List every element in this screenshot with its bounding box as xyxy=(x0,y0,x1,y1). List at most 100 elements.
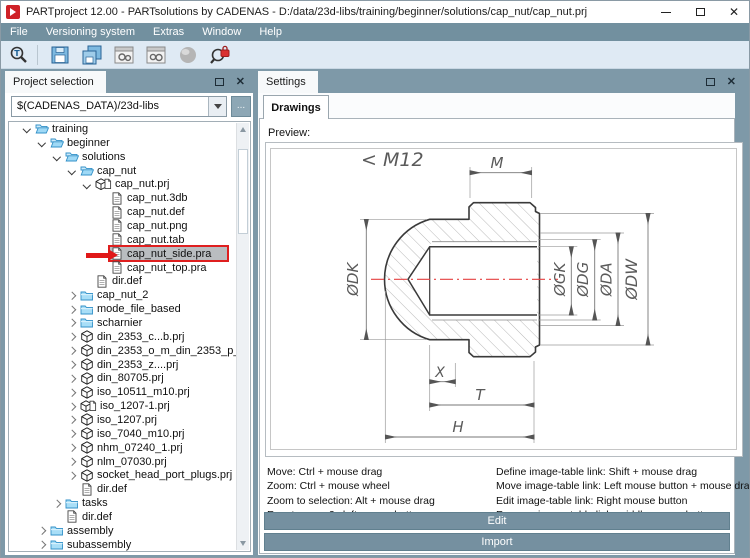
sphere-icon[interactable] xyxy=(174,43,202,67)
tree-item[interactable]: dir.def xyxy=(9,482,250,496)
expand-right-icon[interactable] xyxy=(66,469,80,482)
tree-item-label: iso_10511_m10.prj xyxy=(97,386,190,399)
expand-right-icon[interactable] xyxy=(66,330,80,343)
tree-item[interactable]: cap_nut.prj xyxy=(9,177,250,191)
expand-right-icon[interactable] xyxy=(51,497,65,510)
expand-right-icon[interactable] xyxy=(66,344,80,357)
expand-down-icon[interactable] xyxy=(21,122,35,135)
tree-item[interactable]: iso_1207.prj xyxy=(9,413,250,427)
search-lock-icon[interactable] xyxy=(206,43,234,67)
tree-item[interactable]: cap_nut.def xyxy=(9,205,250,219)
tree-item[interactable]: scharnier xyxy=(9,316,250,330)
tree-item-label: cap_nut.tab xyxy=(127,233,185,246)
tree-item[interactable]: cap_nut_top.pra xyxy=(9,261,250,275)
tree-item[interactable]: beginner xyxy=(9,136,250,150)
tree-item[interactable]: assembly xyxy=(9,524,250,538)
save-icon[interactable] xyxy=(46,43,74,67)
dim-x-label: X xyxy=(434,365,445,381)
tree-item[interactable]: dir.def xyxy=(9,274,250,288)
panel-maximize-icon[interactable] xyxy=(214,78,224,86)
tree-item[interactable]: iso_1207-1.prj xyxy=(9,399,250,413)
cube-icon xyxy=(80,441,95,454)
expand-right-icon[interactable] xyxy=(66,358,80,371)
tree-item[interactable]: cap_nut_side.pra xyxy=(9,247,250,261)
panel-close-icon[interactable]: ✕ xyxy=(236,75,245,89)
tree-item[interactable]: nlm_07030.prj xyxy=(9,455,250,469)
tree-item[interactable]: iso_7040_m10.prj xyxy=(9,427,250,441)
cube-doc-icon xyxy=(80,399,98,413)
selected-tree-item-highlight[interactable]: cap_nut_side.pra xyxy=(110,247,228,261)
tree-item-label: cap_nut.prj xyxy=(115,178,170,191)
search-part-icon[interactable]: T xyxy=(5,43,33,67)
cap-nut-drawing: < M12 M ØDK ØGK ØDG ØDA ØDW X T H xyxy=(270,148,737,450)
dim-dk-label: ØDK xyxy=(344,262,362,297)
import-button[interactable]: Import xyxy=(264,533,730,551)
tree-item[interactable]: cap_nut.png xyxy=(9,219,250,233)
tree-item[interactable]: training xyxy=(9,122,250,136)
expand-right-icon[interactable] xyxy=(66,427,80,440)
edit-button[interactable]: Edit xyxy=(264,512,730,530)
menu-file[interactable]: File xyxy=(1,23,37,41)
expand-right-icon[interactable] xyxy=(66,441,80,454)
expand-down-icon[interactable] xyxy=(36,136,50,149)
combo-dropdown-icon[interactable] xyxy=(208,97,226,116)
tree-item[interactable]: din_2353_z....prj xyxy=(9,358,250,372)
minimize-button[interactable] xyxy=(649,1,683,23)
expand-right-icon[interactable] xyxy=(66,400,80,413)
tree-item[interactable]: dir.def xyxy=(9,510,250,524)
path-combobox[interactable]: $(CADENAS_DATA)/23d-libs xyxy=(11,96,227,117)
expand-right-icon[interactable] xyxy=(66,455,80,468)
tree-item[interactable]: mode_file_based xyxy=(9,302,250,316)
tree-item[interactable]: nhm_07240_1.prj xyxy=(9,441,250,455)
tree-item[interactable]: cap_nut.tab xyxy=(9,233,250,247)
menu-extras[interactable]: Extras xyxy=(144,23,193,41)
menu-versioning-system[interactable]: Versioning system xyxy=(37,23,144,41)
menu-window[interactable]: Window xyxy=(193,23,250,41)
thread-size-label: < M12 xyxy=(361,149,424,171)
path-value: $(CADENAS_DATA)/23d-libs xyxy=(17,100,160,112)
tree-item[interactable]: tasks xyxy=(9,496,250,510)
expand-right-icon[interactable] xyxy=(66,386,80,399)
expand-right-icon[interactable] xyxy=(66,316,80,329)
tree-item[interactable]: iso_10511_m10.prj xyxy=(9,385,250,399)
tree-item[interactable]: solutions xyxy=(9,150,250,164)
tree-item[interactable]: din_2353_o_m_din_2353_p_... xyxy=(9,344,250,358)
expand-right-icon[interactable] xyxy=(66,413,80,426)
close-button[interactable]: ✕ xyxy=(717,1,749,23)
tab-drawings[interactable]: Drawings xyxy=(263,95,329,119)
tree-item[interactable]: cap_nut_2 xyxy=(9,288,250,302)
doc-icon xyxy=(95,275,110,288)
scroll-down-icon[interactable] xyxy=(240,541,246,546)
save-all-icon[interactable] xyxy=(78,43,106,67)
tree-item[interactable]: cap_nut.3db xyxy=(9,191,250,205)
expand-right-icon[interactable] xyxy=(66,289,80,302)
tree-item[interactable]: din_2353_c...b.prj xyxy=(9,330,250,344)
tree-item[interactable]: socket_head_port_plugs.prj xyxy=(9,468,250,482)
expand-down-icon[interactable] xyxy=(66,164,80,177)
tree-item[interactable]: subassembly xyxy=(9,538,250,551)
expand-right-icon[interactable] xyxy=(36,538,50,551)
tree-scrollbar[interactable] xyxy=(236,123,249,550)
tree-item[interactable]: cap_nut xyxy=(9,164,250,178)
browse-button[interactable]: ... xyxy=(231,96,251,117)
part-window-icon[interactable] xyxy=(142,43,170,67)
scrollbar-thumb[interactable] xyxy=(238,149,248,234)
tree-item[interactable]: din_80705.prj xyxy=(9,371,250,385)
folder-icon xyxy=(80,289,95,302)
doc-icon xyxy=(110,261,125,274)
folder-icon xyxy=(80,316,95,329)
panel-maximize-icon[interactable] xyxy=(705,78,715,86)
expand-right-icon[interactable] xyxy=(66,372,80,385)
maximize-button[interactable] xyxy=(683,1,717,23)
expand-down-icon[interactable] xyxy=(81,178,95,191)
expand-right-icon[interactable] xyxy=(36,524,50,537)
expand-down-icon[interactable] xyxy=(51,150,65,163)
drawing-preview[interactable]: < M12 M ØDK ØGK ØDG ØDA ØDW X T H xyxy=(265,142,743,457)
expand-right-icon[interactable] xyxy=(66,303,80,316)
menu-help[interactable]: Help xyxy=(250,23,291,41)
project-window-icon[interactable] xyxy=(110,43,138,67)
scroll-up-icon[interactable] xyxy=(240,127,246,132)
panel-close-icon[interactable]: ✕ xyxy=(727,75,736,89)
